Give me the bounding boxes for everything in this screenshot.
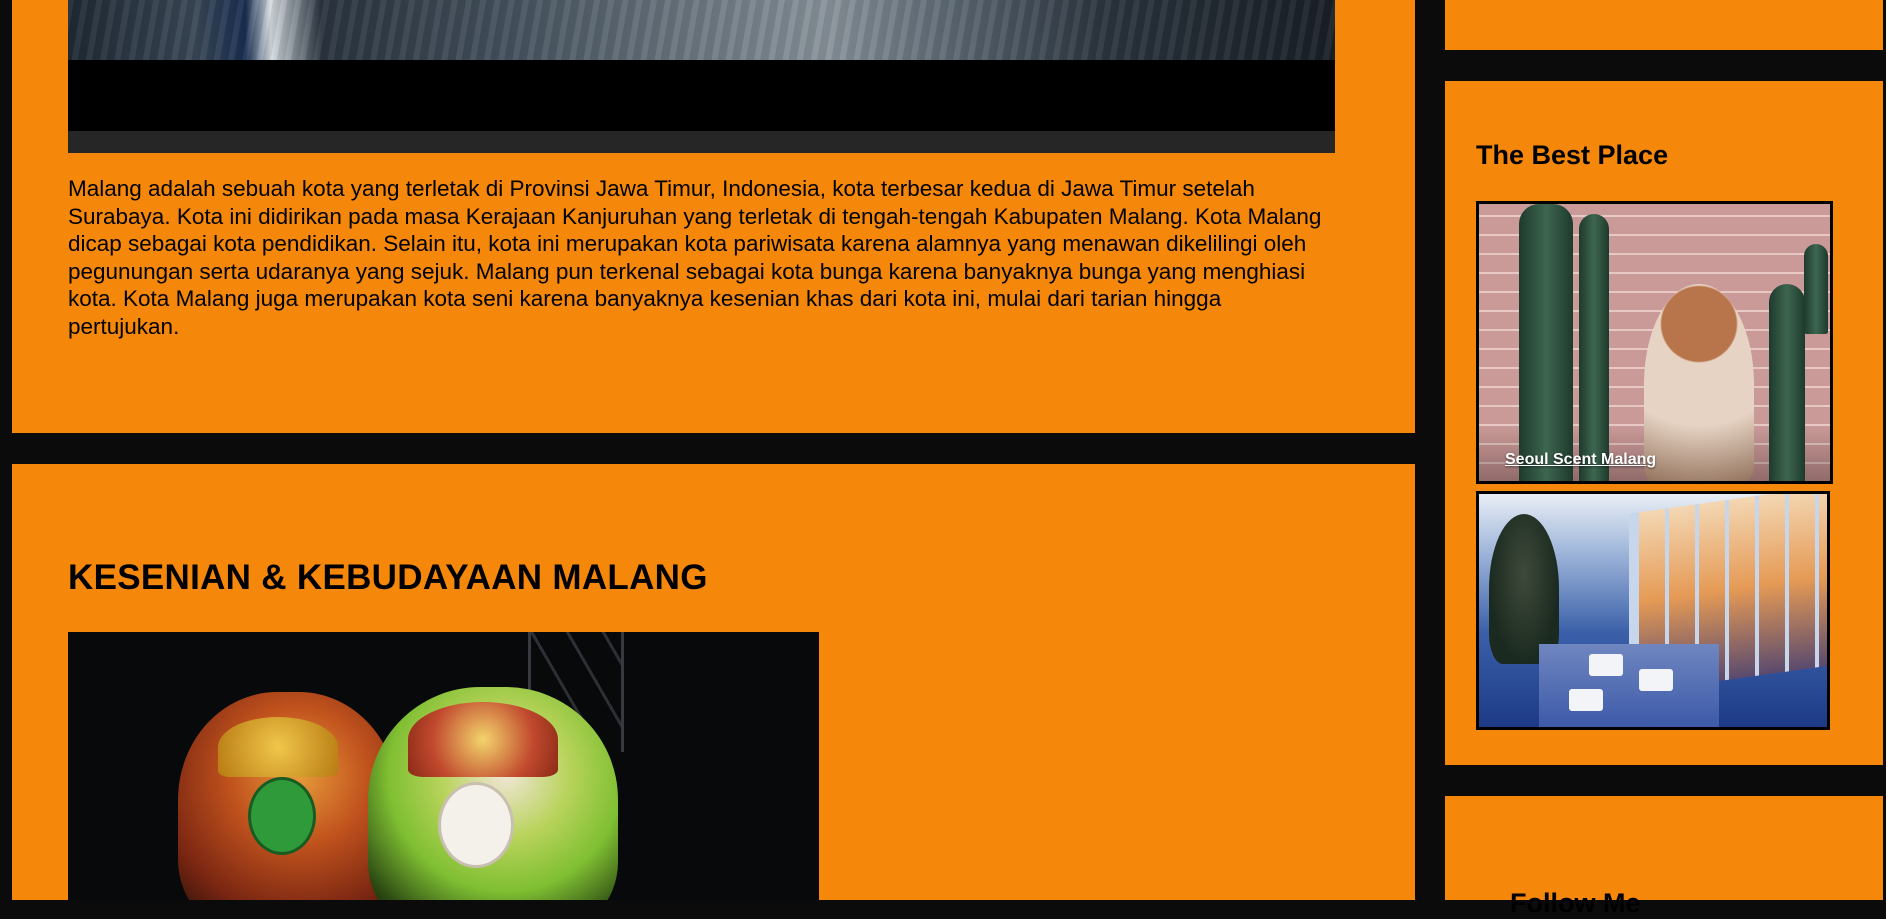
patio-table bbox=[1639, 669, 1673, 691]
patio-area bbox=[1539, 644, 1719, 727]
patio-table bbox=[1569, 689, 1603, 711]
dance-photo bbox=[68, 632, 819, 900]
place-card-cafe[interactable] bbox=[1476, 491, 1830, 730]
cactus-shape bbox=[1769, 284, 1805, 481]
patio-table bbox=[1589, 654, 1623, 676]
place-card-caption[interactable]: Seoul Scent Malang bbox=[1505, 451, 1656, 469]
person-figure bbox=[1644, 284, 1754, 481]
white-mask bbox=[438, 782, 514, 868]
follow-title: Follow Me bbox=[1510, 888, 1641, 918]
sidebar-widget-top bbox=[1445, 0, 1883, 50]
article-paragraph: Malang adalah sebuah kota yang terletak … bbox=[68, 176, 1322, 339]
dancer-crown bbox=[408, 702, 558, 777]
place-card-seoul-scent[interactable]: Seoul Scent Malang bbox=[1476, 201, 1833, 484]
green-mask bbox=[248, 777, 316, 855]
section-heading: KESENIAN & KEBUDAYAAN MALANG bbox=[68, 558, 708, 597]
dancer-crown bbox=[218, 717, 338, 777]
cactus-shape bbox=[1579, 214, 1609, 481]
follow-widget bbox=[1445, 796, 1883, 900]
best-place-title: The Best Place bbox=[1476, 140, 1669, 170]
video-player[interactable] bbox=[68, 0, 1335, 153]
cactus-shape bbox=[1519, 204, 1573, 481]
video-controls-bar[interactable] bbox=[68, 131, 1335, 153]
cactus-shape bbox=[1804, 244, 1828, 334]
tree-shape bbox=[1489, 514, 1559, 664]
video-frame-image bbox=[68, 0, 1335, 60]
